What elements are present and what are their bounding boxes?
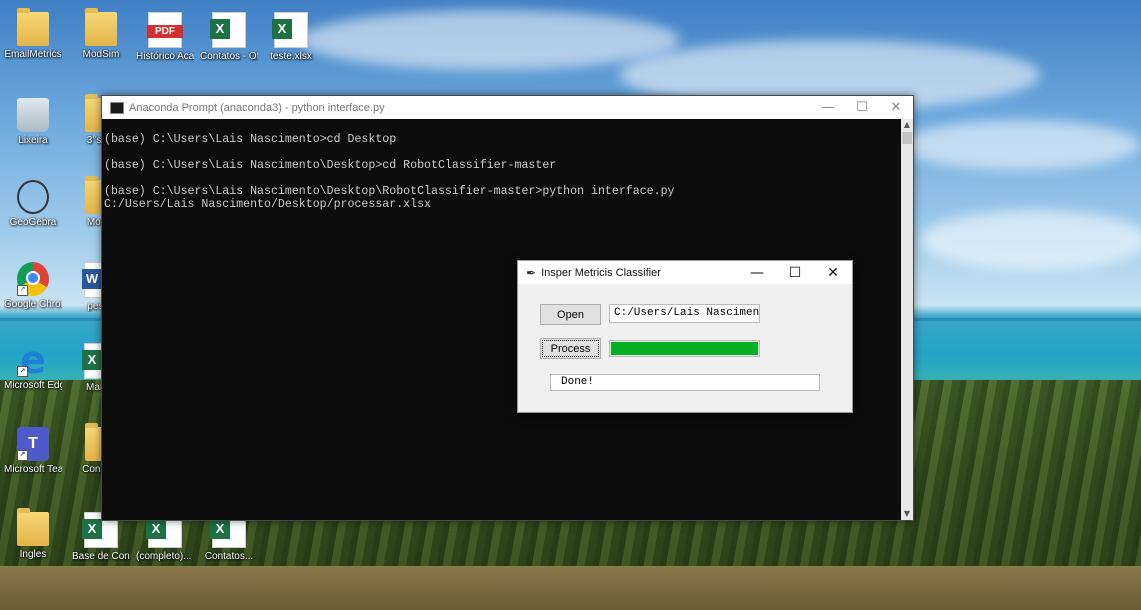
desktop-shortcut-label: EmailMetrics [4, 49, 62, 60]
desktop-shortcut[interactable]: GeoGebra [4, 180, 62, 228]
desktop-shortcut-label: Histórico Acadêmico... [136, 51, 194, 62]
close-button[interactable]: ✕ [814, 261, 852, 284]
dialog-title: Insper Metricis Classifier [541, 266, 661, 279]
desktop-shortcut[interactable]: EmailMetrics [4, 8, 62, 60]
beach [0, 566, 1141, 610]
geogebra-icon [17, 180, 49, 214]
desktop-shortcut-label: GeoGebra [9, 217, 57, 228]
folder-icon [17, 508, 49, 546]
desktop-shortcut[interactable]: Lixeira [4, 98, 62, 146]
minimize-button[interactable]: — [811, 96, 845, 119]
status-field: Done! [550, 374, 820, 391]
console-title: Anaconda Prompt (anaconda3) - python int… [129, 101, 385, 114]
desktop-shortcut[interactable]: e↗Microsoft Edge [4, 341, 62, 391]
cloud [900, 120, 1140, 170]
desktop-shortcut-label: Lixeira [18, 135, 48, 146]
desktop-shortcut[interactable]: PDF Histórico Acadêmico... [136, 12, 194, 62]
maximize-button[interactable]: ☐ [845, 96, 879, 119]
close-button[interactable]: ✕ [879, 96, 913, 119]
console-line: (base) C:\Users\Lais Nascimento>cd Deskt… [104, 133, 397, 146]
desktop-shortcut[interactable]: Ingles [4, 508, 62, 560]
pdf-file-icon: PDF [147, 12, 183, 48]
cloud [300, 10, 680, 70]
desktop-shortcut-label: Microsoft Teams [4, 464, 62, 475]
desktop-shortcut[interactable]: ↗ Google Chrome [4, 262, 62, 310]
minimize-button[interactable]: — [738, 261, 776, 284]
desktop-shortcut-label: Google Chrome [4, 299, 62, 310]
excel-file-icon: X [272, 12, 308, 48]
cloud [920, 210, 1141, 270]
recycle-bin-icon [17, 98, 49, 132]
desktop-shortcut-label: Contatos... [204, 551, 254, 562]
progress-fill [611, 342, 758, 355]
desktop-shortcut-label: ModSim [82, 49, 120, 60]
console-line: (base) C:\Users\Lais Nascimento\Desktop\… [104, 185, 675, 198]
process-button[interactable]: Process [540, 338, 601, 359]
chrome-icon: ↗ [17, 262, 49, 296]
teams-icon: T ↗ [17, 427, 49, 461]
console-icon [110, 101, 124, 114]
dialog-titlebar[interactable]: ✒ Insper Metricis Classifier — ☐ ✕ [518, 261, 852, 284]
desktop-shortcut-label: Ingles [19, 549, 47, 560]
desktop-shortcut-label: teste.xlsx [270, 51, 312, 62]
folder-icon [85, 8, 117, 46]
excel-file-icon: X [210, 12, 246, 48]
desktop-shortcut[interactable]: X Contatos - Oficina - ... [200, 12, 258, 62]
console-line: (base) C:\Users\Lais Nascimento\Desktop>… [104, 159, 557, 172]
console-line: C:/Users/Lais Nascimento/Desktop/process… [104, 198, 431, 211]
feather-icon: ✒ [526, 265, 537, 280]
classifier-dialog[interactable]: ✒ Insper Metricis Classifier — ☐ ✕ Open … [517, 260, 853, 413]
folder-icon [17, 8, 49, 46]
console-scrollbar[interactable]: ▲ ▼ [901, 119, 913, 520]
scroll-down-icon[interactable]: ▼ [901, 508, 913, 520]
progress-bar [609, 340, 760, 357]
scroll-up-icon[interactable]: ▲ [901, 119, 913, 131]
open-button[interactable]: Open [540, 304, 601, 325]
maximize-button[interactable]: ☐ [776, 261, 814, 284]
scroll-thumb[interactable] [902, 132, 912, 144]
desktop-shortcut[interactable]: ModSim [72, 8, 130, 60]
file-path-field[interactable]: C:/Users/Lais Nascimento/Desktop/process… [609, 304, 760, 323]
edge-icon: e ↗ [17, 341, 49, 379]
desktop-shortcut[interactable]: T↗ Microsoft Teams [4, 427, 62, 475]
desktop-shortcut-label: Contatos - Oficina - ... [200, 51, 258, 62]
desktop-shortcut[interactable]: Xteste.xlsx [262, 12, 320, 62]
desktop-shortcut-label: Base de Contatos ... [72, 551, 130, 562]
desktop-shortcut-label: (completo)... Excutiva.xlsx [136, 551, 194, 562]
console-titlebar[interactable]: Anaconda Prompt (anaconda3) - python int… [102, 96, 913, 119]
